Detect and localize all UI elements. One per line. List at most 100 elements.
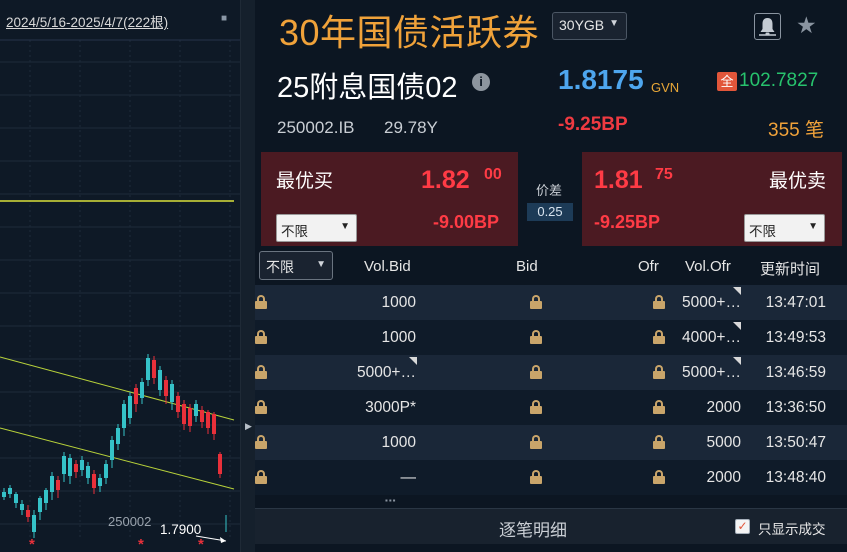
kline-chart-pane[interactable]: 2024/5/16-2025/4/7(222根) ■ 250002 1.7900… xyxy=(0,0,240,552)
best-ask-filter-value: 不限 xyxy=(749,224,776,239)
only-trades-checkbox[interactable]: ✓ xyxy=(735,519,750,534)
best-bid-price: 1.82 xyxy=(421,166,470,194)
best-ask-box[interactable]: 1.81 75 最优卖 -9.25BP 不限 ▼ xyxy=(582,152,842,246)
table-row[interactable]: 1000 5000 13:50:47 xyxy=(255,425,847,460)
order-filter-select[interactable]: 不限 ▼ xyxy=(259,251,333,280)
bell-icon[interactable] xyxy=(754,13,781,40)
best-ask-price: 1.81 xyxy=(594,166,643,194)
best-ask-filter-select[interactable]: 不限 ▼ xyxy=(744,214,825,242)
candle-body xyxy=(128,396,132,418)
cell-vol-bid: 1000 xyxy=(381,329,416,346)
candle-body xyxy=(26,510,30,517)
cell-update-time: 13:46:59 xyxy=(765,364,826,381)
candle-body xyxy=(38,498,42,512)
full-price: 102.7827 xyxy=(739,70,819,91)
col-header-bid[interactable]: Bid xyxy=(516,258,538,275)
candle-body xyxy=(20,504,24,510)
chart-event-marker[interactable]: * xyxy=(198,536,204,552)
lock-icon xyxy=(653,365,665,379)
lock-icon xyxy=(653,330,665,344)
col-header-ofr[interactable]: Ofr xyxy=(638,258,659,275)
lock-icon xyxy=(530,470,542,484)
pane-splitter[interactable] xyxy=(240,0,255,552)
candle-body xyxy=(182,404,186,424)
candle-body xyxy=(32,515,36,532)
candle-body xyxy=(56,480,60,490)
full-price-badge: 全 xyxy=(717,72,737,91)
candle-body xyxy=(92,474,96,488)
page-title: 30年国债活跃券 xyxy=(279,12,540,53)
candle-body xyxy=(212,414,216,434)
candle-body xyxy=(74,464,78,472)
info-icon[interactable]: i xyxy=(472,73,490,91)
bond-term: 29.78Y xyxy=(384,118,438,137)
best-bid-filter-select[interactable]: 不限 ▼ xyxy=(276,214,357,242)
col-header-vol-ofr[interactable]: Vol.Ofr xyxy=(685,258,731,275)
candle-body xyxy=(50,476,54,492)
chevron-down-icon: ▼ xyxy=(316,259,326,270)
candle-body xyxy=(8,488,12,494)
candle-body xyxy=(206,412,210,428)
table-row[interactable]: — 2000 13:48:40 xyxy=(255,460,847,495)
note-corner-icon xyxy=(733,322,741,330)
candle-body xyxy=(62,456,66,474)
star-icon[interactable]: ★ xyxy=(796,12,817,39)
chart-date-range[interactable]: 2024/5/16-2025/4/7(222根) xyxy=(6,11,168,31)
chart-event-marker[interactable]: * xyxy=(29,536,35,552)
col-header-update-time[interactable]: 更新时间 xyxy=(760,258,820,279)
candle-body xyxy=(14,494,18,503)
candle-body xyxy=(218,454,222,474)
table-row[interactable]: 5000+… 5000+… 13:46:59 xyxy=(255,355,847,390)
table-row[interactable]: 1000 4000+… 13:49:53 xyxy=(255,320,847,355)
cell-vol-bid: 1000 xyxy=(381,434,416,451)
cell-vol-ofr: 5000 xyxy=(706,434,741,451)
cell-vol-ofr: 5000+… xyxy=(681,364,741,381)
cell-update-time: 13:50:47 xyxy=(765,434,826,451)
candle-body xyxy=(80,460,84,470)
candle-body xyxy=(104,464,108,478)
cell-update-time: 13:47:01 xyxy=(765,294,826,311)
candle-body xyxy=(134,388,138,404)
best-bid-filter-value: 不限 xyxy=(281,224,308,239)
only-trades-label[interactable]: 只显示成交 xyxy=(758,518,826,538)
candle-body xyxy=(194,404,198,416)
note-corner-icon xyxy=(733,287,741,295)
trade-detail-title[interactable]: 逐笔明细 xyxy=(499,516,567,541)
best-ask-price-decimals: 75 xyxy=(655,166,673,183)
bond-name: 25附息国债02 xyxy=(277,72,458,104)
cell-vol-bid: 3000P* xyxy=(365,399,416,416)
deal-count-value: 355 xyxy=(768,120,800,141)
cell-vol-ofr: 2000 xyxy=(706,399,741,416)
table-row[interactable]: 3000P* 2000 13:36:50 xyxy=(255,390,847,425)
lock-icon xyxy=(653,435,665,449)
lock-icon xyxy=(255,365,267,379)
best-bid-box[interactable]: 最优买 1.82 00 -9.00BP 不限 ▼ xyxy=(261,152,518,246)
bond-code-select[interactable]: 30YGB ▼ xyxy=(552,12,627,40)
deal-count: 355 笔 xyxy=(768,115,824,142)
spread-label: 价差 xyxy=(536,183,563,198)
chart-last-price: 1.7900 xyxy=(160,522,202,537)
lock-icon xyxy=(255,400,267,414)
gear-icon[interactable]: ■ xyxy=(219,13,229,25)
lock-icon xyxy=(653,400,665,414)
candle-body xyxy=(140,382,144,398)
bond-code-select-value: 30YGB xyxy=(559,17,605,33)
cell-update-time: 13:49:53 xyxy=(765,329,826,346)
chart-event-marker[interactable]: * xyxy=(138,536,144,552)
cell-vol-ofr: 2000 xyxy=(706,469,741,486)
lock-icon xyxy=(530,435,542,449)
cell-vol-bid: — xyxy=(400,469,417,486)
table-row[interactable]: 1000 5000+… 13:47:01 xyxy=(255,285,847,320)
kline-chart[interactable] xyxy=(0,0,240,552)
chart-plot-area xyxy=(0,40,240,540)
lock-icon xyxy=(530,400,542,414)
candle-body xyxy=(188,408,192,426)
note-corner-icon xyxy=(733,357,741,365)
best-ask-bp: -9.25BP xyxy=(594,212,661,232)
resize-grip-icon[interactable]: ▪▪▪ xyxy=(385,496,397,505)
expand-arrow-icon[interactable]: ▶ xyxy=(245,421,252,432)
col-header-vol-bid[interactable]: Vol.Bid xyxy=(364,258,411,275)
chevron-down-icon: ▼ xyxy=(609,18,619,29)
bond-code: 250002.IB xyxy=(277,118,355,137)
candle-body xyxy=(164,380,168,396)
